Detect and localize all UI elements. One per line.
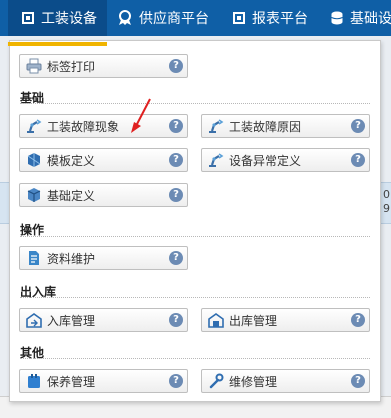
robot-arm-icon [209,119,224,133]
help-icon[interactable]: ? [169,59,183,73]
document-icon [29,251,39,265]
nav-item-basic[interactable]: 基础设 [331,0,391,36]
help-icon[interactable]: ? [169,374,183,388]
menu-item-label: 入库管理 [47,313,96,328]
menu-item-inbound-management[interactable]: 入库管理 ? [19,308,188,332]
menu-item-data-maintenance[interactable]: 资料维护 ? [19,246,188,270]
help-icon[interactable]: ? [169,188,183,202]
square-app-icon [233,12,245,24]
help-icon[interactable]: ? [351,313,365,327]
robot-arm-icon [27,119,42,133]
ribbon-icon [119,10,131,25]
menu-item-label: 基础定义 [47,188,96,203]
nav-item-reports[interactable]: 报表平台 [233,0,308,36]
section-divider [20,297,370,298]
menu-item-label: 标签打印 [47,59,96,74]
menu-item-label: 维修管理 [229,374,278,389]
background-edge-text: 0 9 [383,188,390,215]
robot-arm-icon [209,153,224,167]
nav-item-label: 供应商平台 [139,11,209,27]
menu-item-repair-management[interactable]: 维修管理 ? [201,369,370,393]
menu-item-fault-cause[interactable]: 工装故障原因 ? [201,114,370,138]
square-app-icon [22,12,34,24]
menu-item-label: 设备异常定义 [229,153,302,168]
help-icon[interactable]: ? [169,251,183,265]
menu-item-label: 保养管理 [47,374,96,389]
section-divider [20,358,370,359]
help-icon[interactable]: ? [169,313,183,327]
help-icon[interactable]: ? [169,119,183,133]
help-icon[interactable]: ? [351,153,365,167]
menu-item-label: 出库管理 [229,313,278,328]
menu-item-upkeep-management[interactable]: 保养管理 ? [19,369,188,393]
cube-icon [27,188,41,202]
menu-item-label: 资料维护 [47,251,96,266]
menu-item-label: 模板定义 [47,153,96,168]
nav-item-label: 报表平台 [252,11,308,27]
nav-item-tooling[interactable]: 工装设备 [8,0,107,36]
menu-item-outbound-management[interactable]: 出库管理 ? [201,308,370,332]
nav-item-label: 工装设备 [41,11,97,27]
menu-item-template-definition[interactable]: 模板定义 ? [19,148,188,172]
menu-item-label-print[interactable]: 标签打印 ? [19,54,188,78]
nav-item-label: 基础设 [350,11,391,27]
nav-item-supplier[interactable]: 供应商平台 [118,0,209,36]
warehouse-in-icon [26,313,42,328]
annotation-arrow [131,98,151,133]
top-nav-bar: 工装设备 供应商平台 报表平台 基础设 [0,0,391,36]
help-icon[interactable]: ? [351,374,365,388]
section-divider [20,103,370,104]
menu-item-equipment-anomaly-definition[interactable]: 设备异常定义 ? [201,148,370,172]
warehouse-out-icon [208,313,224,328]
database-icon [331,11,343,25]
active-tab-indicator [8,42,107,46]
menu-item-label: 工装故障原因 [229,119,302,134]
help-icon[interactable]: ? [169,153,183,167]
menu-item-fault-phenomenon[interactable]: 工装故障现象 ? [19,114,188,138]
maintenance-icon [28,374,40,388]
wrench-icon [209,373,224,389]
menu-item-basic-definition[interactable]: 基础定义 ? [19,183,188,207]
section-divider [20,236,370,237]
help-icon[interactable]: ? [351,119,365,133]
printer-icon [26,58,42,74]
template-icon [27,153,41,167]
dropdown-menu-panel: 标签打印 ? 基础 工装故障现象 ? 工装故障原因 ? 模板定义 ? 设备异常定… [9,40,381,402]
